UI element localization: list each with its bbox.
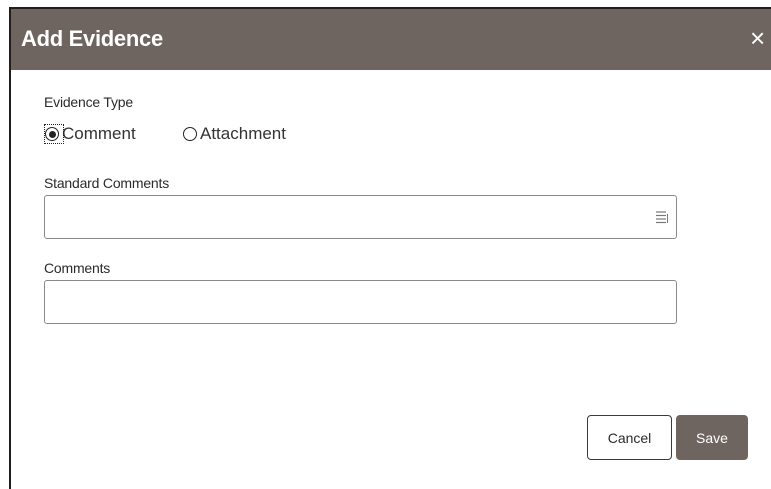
radio-button-attachment[interactable] — [183, 127, 197, 141]
radio-option-comment[interactable]: Comment — [44, 123, 136, 145]
cancel-button[interactable]: Cancel — [587, 415, 672, 460]
comments-field[interactable] — [44, 280, 677, 324]
save-button[interactable]: Save — [676, 415, 748, 460]
list-icon[interactable] — [655, 210, 669, 224]
focus-outline — [44, 124, 64, 144]
standard-comments-field[interactable] — [44, 195, 677, 239]
radio-label-comment: Comment — [62, 124, 136, 143]
dialog-header: Add Evidence × — [11, 9, 771, 70]
evidence-type-label: Evidence Type — [44, 94, 133, 110]
dialog-title: Add Evidence — [21, 26, 163, 51]
close-icon[interactable]: × — [750, 24, 771, 52]
standard-comments-label: Standard Comments — [44, 175, 169, 191]
radio-label-attachment: Attachment — [200, 124, 286, 143]
radio-option-attachment[interactable]: Attachment — [183, 123, 286, 145]
add-evidence-dialog: Add Evidence × Evidence Type Comment Att… — [9, 7, 771, 489]
comments-label: Comments — [44, 260, 111, 276]
